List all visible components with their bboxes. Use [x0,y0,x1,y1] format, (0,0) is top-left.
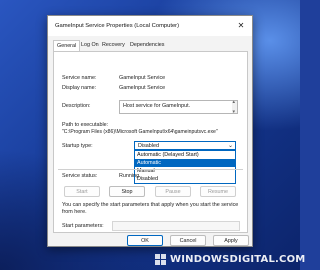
service-status-label: Service status: [62,173,98,179]
resume-button[interactable]: Resume [200,186,236,197]
start-parameters-input[interactable] [112,221,240,231]
watermark-text: WINDOWSDIGITAL.COM [170,254,306,265]
site-watermark: WINDOWSDIGITAL.COM [155,253,305,267]
startup-type-select[interactable]: Disabled ⌄ [134,141,236,150]
divider [58,169,243,170]
cancel-button[interactable]: Cancel [170,235,206,246]
service-status-value: Running [119,173,140,179]
startup-type-value: Disabled [138,143,159,149]
option-automatic-delayed[interactable]: Automatic (Delayed Start) [135,151,235,159]
option-disabled[interactable]: Disabled [135,175,235,183]
title-bar[interactable]: GameInput Service Properties (Local Comp… [48,16,252,36]
service-properties-dialog: GameInput Service Properties (Local Comp… [47,15,253,247]
description-label: Description: [62,103,91,109]
description-text: Host service for GameInput. [123,103,191,109]
option-automatic[interactable]: Automatic [135,159,235,167]
tab-general[interactable]: General [53,40,81,51]
description-scrollbar[interactable] [232,99,237,115]
path-value: "C:\Program Files (x86)\Microsoft GameIn… [62,129,218,135]
display-name-value: GameInput Service [119,85,166,91]
apply-button[interactable]: Apply [213,235,249,246]
stop-button[interactable]: Stop [109,186,145,197]
startup-type-dropdown: Automatic (Delayed Start) Automatic Manu… [134,150,236,184]
service-name-value: GameInput Service [119,75,166,81]
service-name-label: Service name: [62,75,97,81]
chevron-down-icon: ⌄ [227,143,233,149]
description-field[interactable]: Host service for GameInput. [119,99,238,115]
close-icon[interactable]: ✕ [230,16,252,36]
start-parameters-label: Start parameters: [62,223,104,229]
pause-button[interactable]: Pause [155,186,191,197]
tab-recovery[interactable]: Recovery [99,41,128,51]
ok-button[interactable]: OK [127,235,163,246]
window-title: GameInput Service Properties (Local Comp… [55,23,180,29]
display-name-label: Display name: [62,85,97,91]
tab-dependencies[interactable]: Dependencies [127,41,167,51]
path-label: Path to executable: [62,122,109,128]
tab-strip: General Log On Recovery Dependencies [53,40,249,51]
startup-type-label: Startup type: [62,143,93,149]
general-panel: Service name: GameInput Service Display … [53,51,248,233]
windows-logo-icon [155,254,167,266]
start-parameters-hint: You can specify the start parameters tha… [62,202,239,215]
start-button[interactable]: Start [64,186,100,197]
